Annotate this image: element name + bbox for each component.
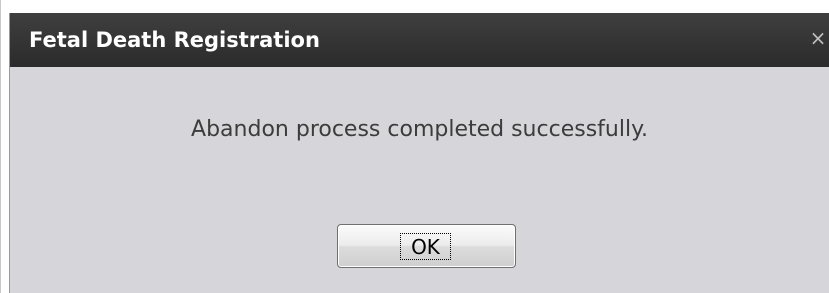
ok-button[interactable]: OK [337,224,516,268]
ok-button-label: OK [400,233,451,260]
dialog-titlebar[interactable]: Fetal Death Registration × [10,13,829,67]
dialog-message: Abandon process completed successfully. [191,117,648,142]
dialog-title: Fetal Death Registration [29,28,320,52]
close-icon[interactable]: × [807,25,829,51]
window-edge [0,0,1,293]
message-dialog: Fetal Death Registration × Abandon proce… [9,13,829,293]
